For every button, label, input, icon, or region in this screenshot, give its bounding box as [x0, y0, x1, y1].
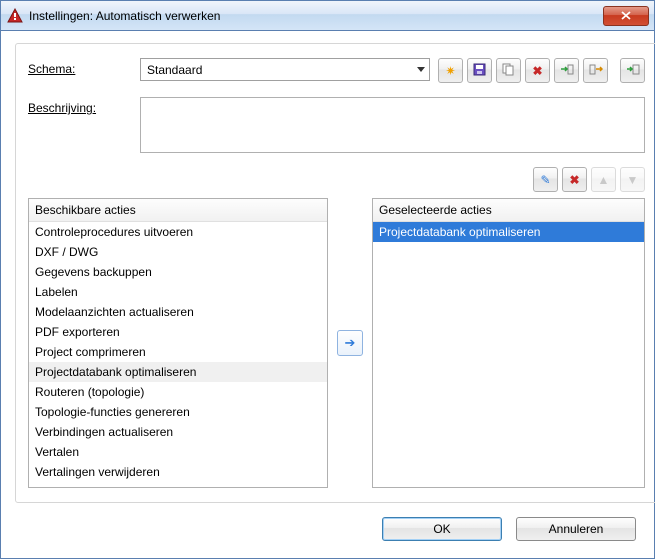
extra-button[interactable]: [620, 58, 645, 83]
ok-button[interactable]: OK: [382, 517, 502, 541]
list-item[interactable]: Topologie-functies genereren: [29, 402, 327, 422]
x-icon: ✖: [532, 64, 542, 78]
list-item[interactable]: Vertalingen verwijderen: [29, 462, 327, 482]
app-icon: [7, 8, 23, 24]
description-input[interactable]: [140, 97, 645, 153]
arrow-up-icon: ▲: [598, 173, 610, 187]
import-button[interactable]: [554, 58, 579, 83]
selected-header: Geselecteerde acties: [373, 199, 644, 222]
list-item[interactable]: Modelaanzichten actualiseren: [29, 302, 327, 322]
export-icon: [589, 63, 603, 79]
list-item[interactable]: Verwerkingen actualiseren: [29, 482, 327, 487]
list-item[interactable]: Verbindingen actualiseren: [29, 422, 327, 442]
import-icon: [560, 63, 574, 79]
schema-label: Schema:: [28, 58, 140, 76]
chevron-down-icon: [417, 67, 425, 72]
pencil-icon: ✎: [540, 173, 550, 187]
list-item[interactable]: Controleprocedures uitvoeren: [29, 222, 327, 242]
title-bar: Instellingen: Automatisch verwerken: [1, 1, 654, 31]
selected-actions-list[interactable]: Geselecteerde acties Projectdatabank opt…: [372, 198, 645, 488]
list-item[interactable]: Projectdatabank optimaliseren: [373, 222, 644, 242]
list-item[interactable]: Routeren (topologie): [29, 382, 327, 402]
list-item[interactable]: Projectdatabank optimaliseren: [29, 362, 327, 382]
copy-button[interactable]: [496, 58, 521, 83]
list-item[interactable]: Project comprimeren: [29, 342, 327, 362]
add-to-selected-button[interactable]: ➔: [337, 330, 363, 356]
copy-icon: [502, 63, 515, 79]
list-item[interactable]: Gegevens backuppen: [29, 262, 327, 282]
schema-select[interactable]: Standaard: [140, 58, 430, 81]
list-item[interactable]: PDF exporteren: [29, 322, 327, 342]
list-item[interactable]: Labelen: [29, 282, 327, 302]
arrow-down-icon: ▼: [627, 173, 639, 187]
move-up-button[interactable]: ▲: [591, 167, 616, 192]
list-item[interactable]: Vertalen: [29, 442, 327, 462]
new-button[interactable]: ✷: [438, 58, 463, 83]
delete-button[interactable]: ✖: [525, 58, 550, 83]
main-group: Schema: Standaard ✷ ✖: [15, 43, 655, 503]
schema-toolbar: ✷ ✖: [438, 58, 645, 83]
x-icon: ✖: [569, 173, 579, 187]
list-item[interactable]: DXF / DWG: [29, 242, 327, 262]
save-button[interactable]: [467, 58, 492, 83]
star-icon: ✷: [445, 64, 455, 78]
schema-value: Standaard: [147, 63, 202, 77]
arrow-right-icon: ➔: [345, 335, 356, 351]
move-down-button[interactable]: ▼: [620, 167, 645, 192]
remove-button[interactable]: ✖: [562, 167, 587, 192]
close-button[interactable]: [603, 6, 649, 26]
available-header: Beschikbare acties: [29, 199, 327, 222]
cancel-button[interactable]: Annuleren: [516, 517, 636, 541]
window-title: Instellingen: Automatisch verwerken: [29, 9, 603, 23]
selected-toolbar: ✎ ✖ ▲ ▼: [28, 167, 645, 192]
available-actions-list[interactable]: Beschikbare acties Controleprocedures ui…: [28, 198, 328, 488]
description-label: Beschrijving:: [28, 97, 140, 115]
disk-icon: [473, 63, 486, 79]
extra-icon: [626, 63, 640, 79]
export-button[interactable]: [583, 58, 608, 83]
edit-button[interactable]: ✎: [533, 167, 558, 192]
